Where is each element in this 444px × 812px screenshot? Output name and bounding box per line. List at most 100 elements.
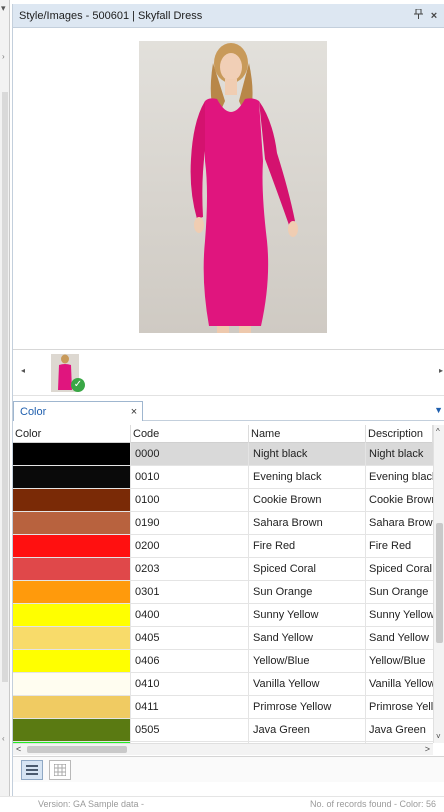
code-cell: 0400 [131,604,249,626]
table-row[interactable]: 0010 Evening black Evening black [13,466,433,489]
description-cell: Sun Orange [369,586,429,598]
table-row[interactable]: 0203 Spiced Coral Spiced Coral [13,558,433,581]
name-cell: Vanilla Yellow [249,673,366,695]
name-cell: Evening black [249,466,366,488]
code-cell: 0410 [131,673,249,695]
check-icon: ✓ [71,378,85,392]
strip-left-arrow-icon[interactable]: ◂ [21,366,25,375]
tab-color[interactable]: Color × [13,401,143,421]
version-text: Version: GA Sample data - [38,799,145,809]
scrollbar-thumb[interactable] [2,92,8,682]
tile-view-button[interactable] [49,760,71,780]
color-swatch [13,719,131,741]
code-cell: 0100 [131,489,249,511]
color-swatch [13,535,131,557]
column-header-color[interactable]: Color [13,425,131,443]
table-row[interactable]: 0000 Night black Night black [13,443,433,466]
table-row[interactable]: 0411 Primrose Yellow Primrose Yello [13,696,433,719]
strip-right-arrow-icon[interactable]: ▸ [439,366,443,375]
record-count-text: No. of records found - Color: 56 [310,799,437,809]
table-row[interactable]: 0100 Cookie Brown Cookie Brown [13,489,433,512]
name-cell: Sun Orange [249,581,366,603]
color-swatch [13,466,131,488]
image-viewer [13,28,444,350]
color-swatch [13,673,131,695]
product-photo [139,41,327,333]
code-cell: 0405 [131,627,249,649]
grid-icon [54,764,66,776]
tab-overflow-icon[interactable]: ▼ [434,405,443,415]
code-cell: 0010 [131,466,249,488]
name-cell: Yellow/Blue [249,650,366,672]
panel-titlebar: Style/Images - 500601 | Skyfall Dress × [13,4,444,28]
name-cell: Spiced Coral [249,558,366,580]
name-cell: Fire Red [249,535,366,557]
description-cell: Spiced Coral [369,563,432,575]
view-toggle-bar [13,756,444,782]
description-cell: Sand Yellow [369,632,429,644]
chevron-down-icon[interactable]: ▾ [1,3,6,14]
name-cell: Java Green [249,719,366,741]
close-panel-button[interactable]: × [426,10,442,22]
color-swatch [13,512,131,534]
name-cell: Sunny Yellow [249,604,366,626]
code-cell: 0505 [131,719,249,741]
column-header-description[interactable]: Description [366,425,433,443]
tab-label: Color [20,405,47,418]
image-thumbnail[interactable]: ✓ [51,354,85,392]
description-cell: Evening black [369,471,433,483]
code-cell: 0000 [131,443,249,465]
scroll-left-icon[interactable]: ‹ [2,734,5,743]
column-header-name[interactable]: Name [249,425,366,443]
table-row[interactable]: 0400 Sunny Yellow Sunny Yellow [13,604,433,627]
name-cell: Primrose Yellow [249,696,366,718]
table-row[interactable]: 0301 Sun Orange Sun Orange [13,581,433,604]
code-cell: 0190 [131,512,249,534]
horizontal-scrollbar[interactable]: < > [13,743,433,755]
table-row[interactable]: 0505 Java Green Java Green [13,719,433,742]
table-row[interactable]: 0410 Vanilla Yellow Vanilla Yellow [13,673,433,696]
column-header-code[interactable]: Code [131,425,249,443]
table-row[interactable]: 0200 Fire Red Fire Red [13,535,433,558]
description-cell: Fire Red [369,540,412,552]
description-cell: Primrose Yello [369,701,433,713]
scroll-up-icon[interactable]: ^ [436,427,440,436]
name-cell: Night black [249,443,366,465]
scroll-down-icon[interactable]: ˅ [436,732,441,741]
tab-row: Color × ▼ [13,401,444,421]
grid-rows: 0000 Night black Night black 0010 Evening bl… [13,443,433,755]
description-cell: Vanilla Yellow [369,678,433,690]
pin-icon[interactable] [410,8,426,22]
name-cell: Sahara Brown [249,512,366,534]
scroll-right-icon[interactable]: > [425,744,430,754]
color-swatch [13,558,131,580]
color-swatch [13,604,131,626]
description-cell: Java Green [369,724,426,736]
list-icon [26,765,38,775]
panel-title: Style/Images - 500601 | Skyfall Dress [19,9,203,22]
table-row[interactable]: 0406 Yellow/Blue Yellow/Blue [13,650,433,673]
color-swatch [13,581,131,603]
code-cell: 0200 [131,535,249,557]
color-swatch [13,650,131,672]
code-cell: 0411 [131,696,249,718]
table-row[interactable]: 0405 Sand Yellow Sand Yellow [13,627,433,650]
style-images-panel: Style/Images - 500601 | Skyfall Dress × [12,4,444,796]
scroll-right-icon[interactable]: › [2,52,5,61]
description-cell: Sunny Yellow [369,609,433,621]
color-grid: Color Code Name Description 0000 Night bl… [13,425,444,755]
table-row[interactable]: 0190 Sahara Brown Sahara Brown [13,512,433,535]
horizontal-scroll-thumb[interactable] [27,746,127,753]
status-bar: Version: GA Sample data - No. of records… [0,796,444,812]
vertical-scrollbar[interactable]: ^ ˅ [433,425,444,743]
vertical-scroll-thumb[interactable] [436,523,443,643]
tab-close-icon[interactable]: × [126,406,142,418]
thumbnail-strip: ◂ ✓ ▸ [13,350,444,396]
list-view-button[interactable] [21,760,43,780]
description-cell: Yellow/Blue [369,655,426,667]
grid-header: Color Code Name Description [13,425,433,443]
description-cell: Night black [366,443,433,465]
description-cell: Sahara Brown [369,517,433,529]
color-swatch [13,627,131,649]
scroll-left-icon[interactable]: < [16,744,21,754]
